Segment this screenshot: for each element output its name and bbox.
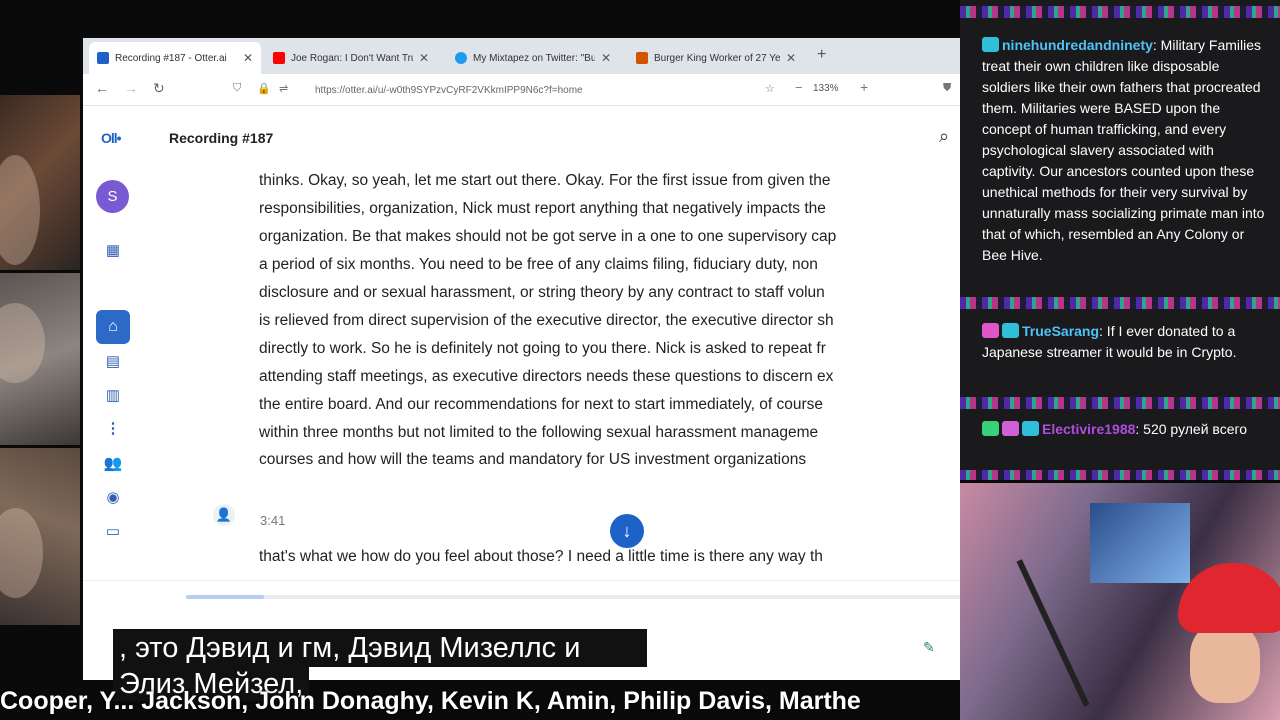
home-icon[interactable]: ⌂ [96,310,130,344]
webcam-feed-3 [0,448,80,625]
close-tab-icon[interactable]: ✕ [419,51,429,65]
pocket-icon[interactable]: ⛊ [943,82,951,95]
playback-progress-fill [186,595,264,599]
streamer-face [1190,623,1260,703]
tab-title: My Mixtapez on Twitter: "Burge [473,52,595,64]
audio-icon[interactable]: ◉ [103,488,123,508]
new-tab-button[interactable]: + [817,46,826,64]
lock-icon[interactable]: 🔒 [257,82,271,95]
caption-line-1: , это Дэвид и гм, Дэвид Мизеллс и [113,629,647,667]
bookmark-star-icon[interactable]: ☆ [765,82,775,95]
transcript-line: within three months but not limited to t… [259,424,819,441]
playback-progress-bar[interactable] [186,595,960,599]
more-menu-icon[interactable]: ⋮ [103,419,123,439]
search-icon[interactable]: ⌕ [939,126,949,147]
back-arrow-icon[interactable]: ← [95,80,109,96]
gift-badge-icon [1022,421,1039,436]
chat-username[interactable]: ninehundredandninety [1002,37,1153,53]
tab-bar: Recording #187 - Otter.ai ✕ Joe Rogan: I… [83,38,960,74]
transcript-line: that's what we how do you feel about tho… [259,548,823,565]
folder-icon[interactable]: ▭ [103,522,123,542]
document-icon[interactable]: ▥ [103,386,123,406]
scroll-down-arrow-icon[interactable]: ↓ [610,514,644,548]
webcam-feed-2 [0,273,80,445]
add-recording-icon[interactable]: ▦ [103,241,123,261]
shield-icon[interactable]: ⛉ [233,82,241,95]
chat-divider [960,470,1280,480]
otter-favicon-icon [97,52,109,64]
otter-app: Oll• S ▦ ⌂ ▤ ▥ ⋮ 👥 ◉ ▭ Recording #187 ⌕ … [83,106,960,680]
close-tab-icon[interactable]: ✕ [786,51,796,65]
close-tab-icon[interactable]: ✕ [601,51,611,65]
red-hat [1178,563,1280,633]
youtube-favicon-icon [273,52,285,64]
check-badge-icon [982,421,999,436]
heart-badge-icon [982,323,999,338]
tab-burger-king[interactable]: Burger King Worker of 27 Years ✕ [628,42,804,74]
chat-divider [960,6,1280,18]
transcript-line: attending staff meetings, as executive d… [259,368,834,385]
url-input[interactable]: https://otter.ai/u/-w0th9SYPzvCyRF2VKkmI… [315,79,755,101]
zoom-level[interactable]: 133% [813,83,839,94]
browser-window: Recording #187 - Otter.ai ✕ Joe Rogan: I… [83,38,960,680]
transcript-line: responsibilities, organization, Nick mus… [259,200,826,217]
transcript-line: a period of six months. You need to be f… [259,256,818,273]
webcam-feed-1 [0,95,80,270]
notes-icon[interactable]: ▤ [103,352,123,372]
transcript-line: the entire board. And our recommendation… [259,396,824,413]
twitter-favicon-icon [455,52,467,64]
chat-username[interactable]: TrueSarang [1022,323,1099,339]
chat-text: : Military Families treat their own chil… [982,37,1265,263]
tab-otter[interactable]: Recording #187 - Otter.ai ✕ [89,42,261,74]
transcript-line: courses and how will the teams and manda… [259,451,807,468]
avatar[interactable]: S [96,180,129,213]
chat-divider [960,397,1280,409]
speaker-avatar-icon[interactable]: 👤 [213,504,235,526]
star-badge-icon [1002,421,1019,436]
tab-title: Recording #187 - Otter.ai [115,52,227,64]
transcript-line: is relieved from direct supervision of t… [259,312,834,329]
zoom-out-icon[interactable]: − [795,80,803,95]
transcript-line: disclosure and or sexual harassment, or … [259,284,825,301]
transcript-line: organization. Be that makes should not b… [259,228,837,245]
forward-arrow-icon[interactable]: → [124,80,138,96]
webcam-column [0,95,80,625]
transcript-line: directly to work. So he is definitely no… [259,340,826,357]
chat-message: Electivire1988: 520 рулей всего [982,419,1266,440]
wall-map [1090,503,1190,583]
mic-stand [1016,559,1090,707]
tab-twitter[interactable]: My Mixtapez on Twitter: "Burge ✕ [447,42,619,74]
chat-message: TrueSarang: If I ever donated to a Japan… [982,321,1266,363]
chat-text: : If I ever donated to a Japanese stream… [982,323,1237,360]
highlight-pin-icon[interactable]: ✎ [923,639,935,656]
zoom-in-icon[interactable]: + [860,79,868,95]
chat-text: : 520 рулей всего [1135,421,1248,437]
page-title: Recording #187 [169,130,274,146]
credits-ticker: Cooper, Y... Jackson, John Donaghy, Kevi… [0,687,861,715]
otter-logo[interactable]: Oll• [101,130,122,146]
streamer-webcam [960,483,1280,720]
transcript-line: thinks. Okay, so yeah, let me start out … [259,172,831,189]
tab-title: Joe Rogan: I Don't Want Trump [291,52,413,64]
site-favicon-icon [636,52,648,64]
segment-timestamp[interactable]: 3:41 [260,513,285,528]
sub-badge-icon [1002,323,1019,338]
tab-title: Burger King Worker of 27 Years [654,52,780,64]
reload-icon[interactable]: ↻ [153,80,165,97]
close-tab-icon[interactable]: ✕ [243,51,253,65]
badge-icon [982,37,999,52]
chat-message: ninehundredandninety: Military Families … [982,35,1266,266]
chat-username[interactable]: Electivire1988 [1042,421,1135,437]
people-icon[interactable]: 👥 [103,454,123,474]
tab-joe-rogan[interactable]: Joe Rogan: I Don't Want Trump ✕ [265,42,437,74]
chat-panel: ninehundredandninety: Military Families … [960,0,1280,480]
navigation-bar: ← → ↻ ⛉ 🔒 ⇌ https://otter.ai/u/-w0th9SYP… [83,74,960,106]
permissions-icon[interactable]: ⇌ [279,82,288,95]
chat-divider [960,297,1280,309]
